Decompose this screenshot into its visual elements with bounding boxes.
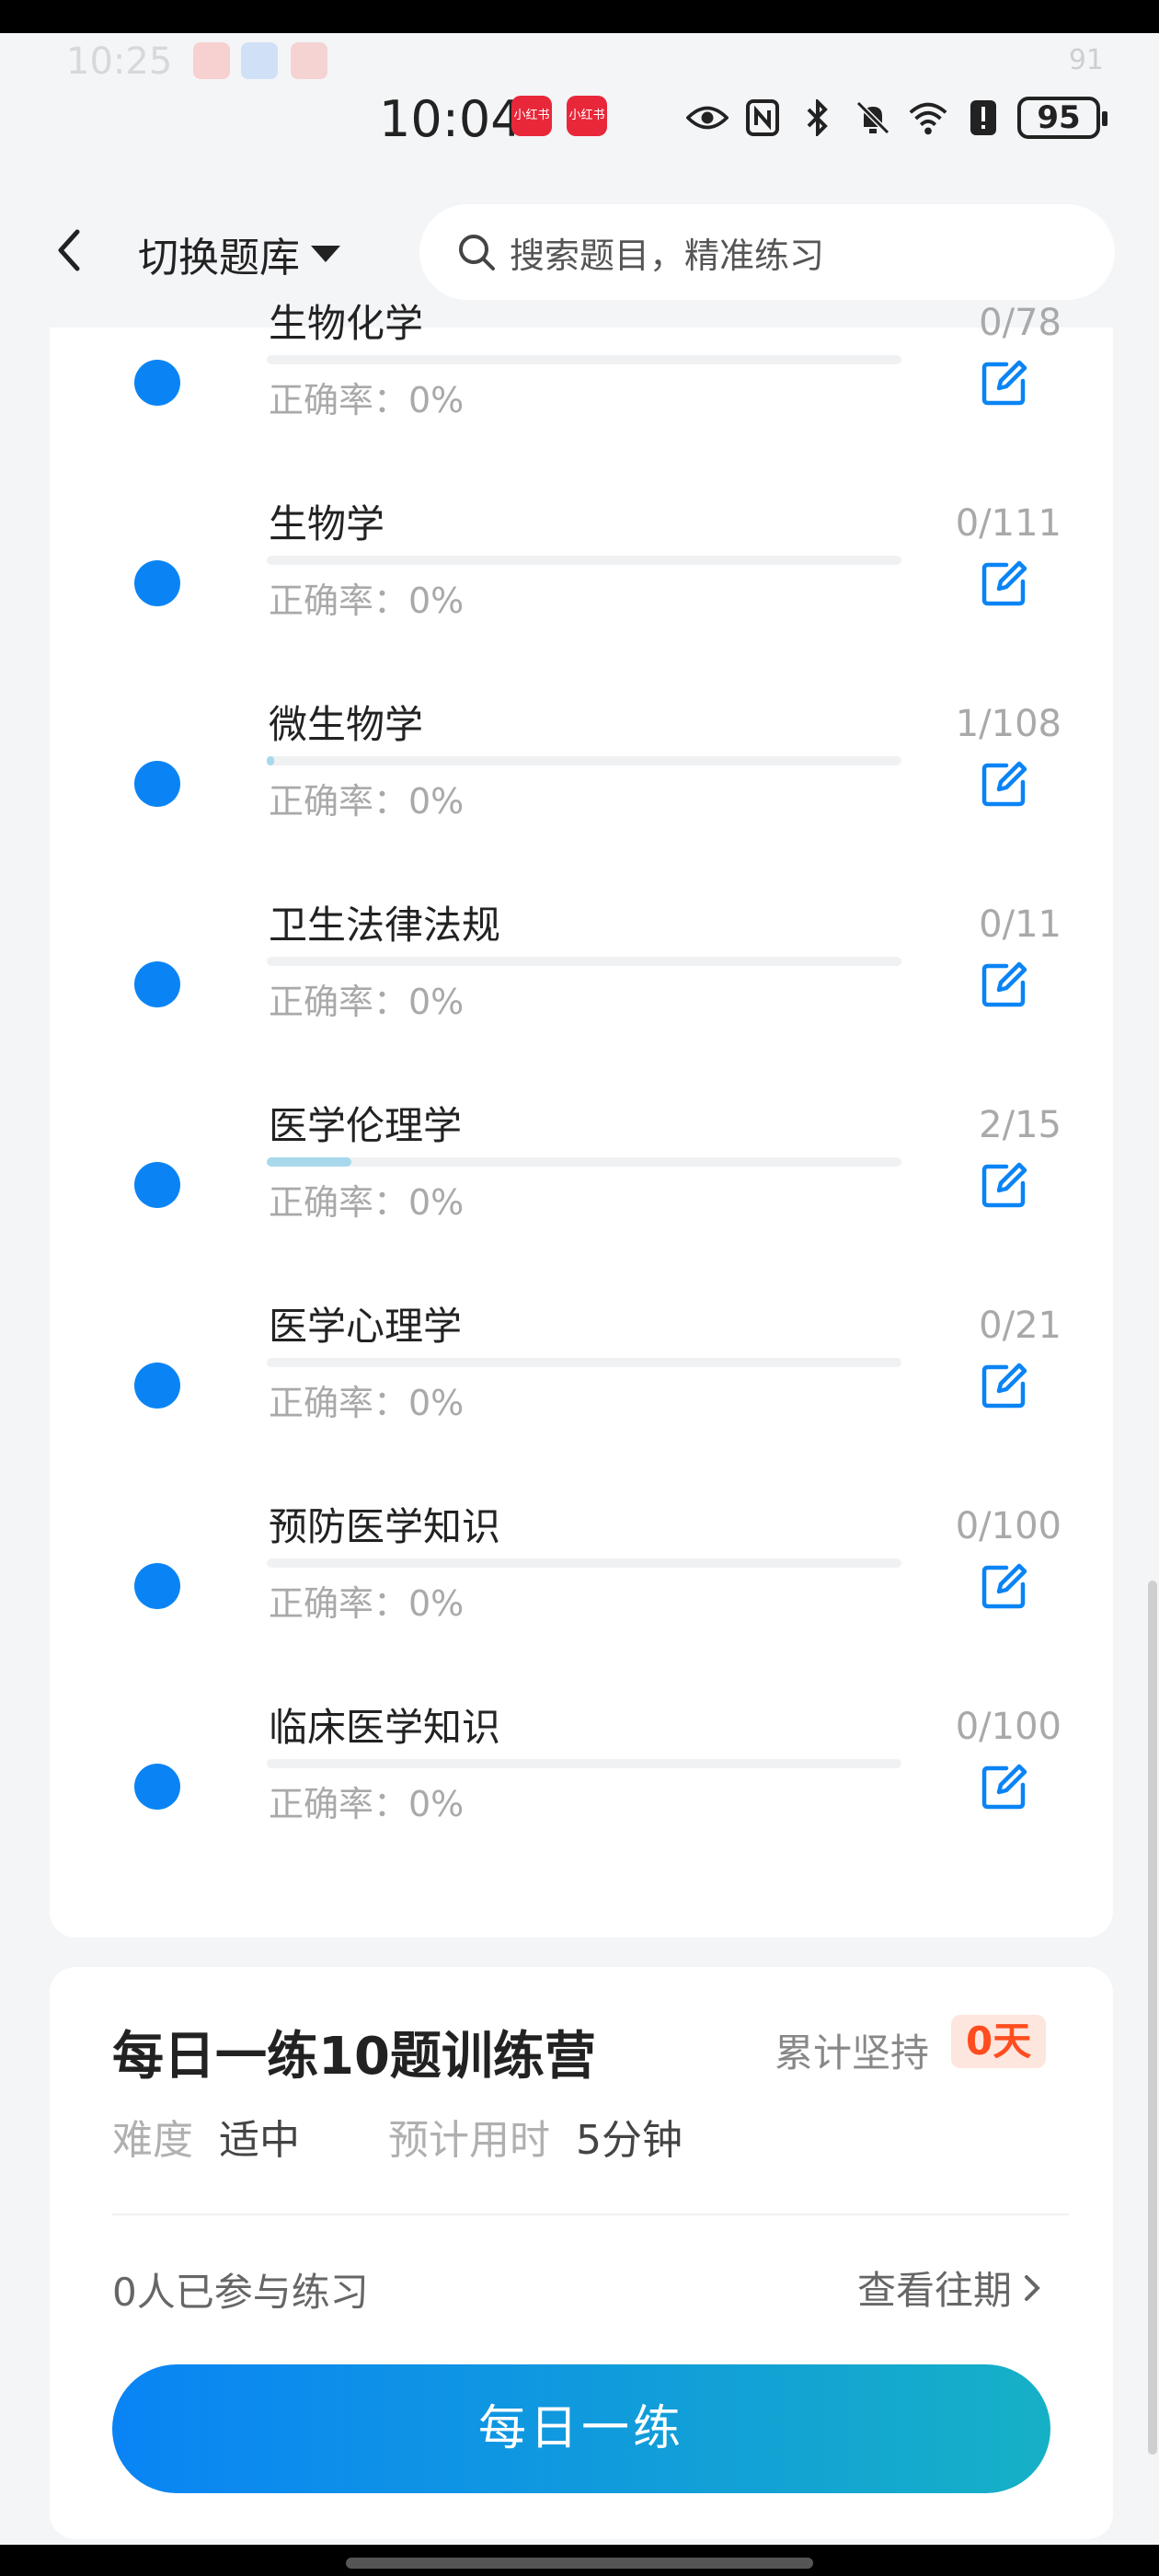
subject-title: 医学伦理学 — [269, 1103, 463, 1148]
status-dot — [134, 961, 180, 1007]
status-dot — [134, 1363, 180, 1409]
subject-row[interactable]: 临床医学知识正确率：0% 0/100 — [50, 1619, 1113, 1824]
progress-track — [267, 556, 901, 565]
accuracy-label: 正确率：0% — [269, 1182, 465, 1223]
progress-fill — [267, 1157, 351, 1167]
persist-badge: 0天 — [951, 2015, 1047, 2068]
accuracy-label: 正确率：0% — [269, 1383, 465, 1423]
edit-practice-icon[interactable] — [979, 1761, 1030, 1812]
subject-title: 临床医学知识 — [269, 1705, 501, 1750]
chevron-right-icon — [1025, 2274, 1040, 2301]
subject-row[interactable]: 微生物学正确率：0% 1/108 — [50, 616, 1113, 822]
edit-practice-icon[interactable] — [979, 1360, 1030, 1411]
daily-practice-card: 每日一练10题训练营 累计坚持 0天 难度 适中 预计用时 5分钟 0人已参与练… — [50, 1967, 1113, 2539]
bluetooth-icon — [797, 97, 839, 139]
xiaohongshu-app-icon: 小红书 — [511, 96, 552, 136]
question-count: 1/108 — [955, 703, 1061, 745]
subject-row[interactable]: 医学伦理学正确率：0% 2/15 — [50, 1018, 1113, 1223]
time-meta: 预计用时 5分钟 — [388, 2107, 683, 2166]
wifi-icon — [907, 97, 949, 139]
edit-practice-icon[interactable] — [979, 758, 1030, 810]
status-dot — [134, 360, 180, 406]
progress-track — [267, 756, 901, 765]
ghost-app-icon — [291, 42, 327, 79]
edit-practice-icon[interactable] — [979, 357, 1030, 408]
question-count: 0/100 — [955, 1505, 1061, 1547]
participants-count: 0人已参与练习 — [112, 2270, 369, 2315]
home-indicator[interactable] — [346, 2558, 813, 2569]
subject-title: 预防医学知识 — [269, 1504, 501, 1549]
daily-practice-button[interactable]: 每日一练 — [112, 2364, 1050, 2493]
subject-row[interactable]: 卫生法律法规正确率：0% 0/11 — [50, 817, 1113, 1022]
status-dot — [134, 761, 180, 807]
question-count: 0/11 — [979, 903, 1061, 946]
progress-track — [267, 1358, 901, 1367]
persist-label: 累计坚持 — [775, 2030, 930, 2076]
subject-title: 生物学 — [269, 501, 385, 546]
difficulty-label: 难度 — [112, 2117, 193, 2164]
status-bar: 10:04 小红书 小红书 95 — [0, 83, 1159, 171]
subject-list: 生物化学 正确率：0% 0/78 生物学 正确率：0% 0/111 微生物学 正确率：0% 1/… — [50, 301, 1113, 1938]
subject-title: 卫生法律法规 — [269, 903, 501, 948]
progress-track — [267, 1759, 901, 1768]
accuracy-label: 正确率：0% — [269, 982, 465, 1022]
edit-practice-icon[interactable] — [979, 1159, 1030, 1211]
subject-title: 生物化学 — [269, 301, 424, 346]
question-count: 0/111 — [955, 502, 1061, 545]
time-value: 5分钟 — [576, 2117, 683, 2164]
difficulty-meta: 难度 适中 — [112, 2107, 300, 2166]
nfc-icon — [741, 97, 784, 139]
edit-practice-icon[interactable] — [979, 558, 1030, 609]
daily-title: 每日一练10题训练营 — [112, 2027, 596, 2087]
status-dot — [134, 1162, 180, 1208]
accuracy-label: 正确率：0% — [269, 1583, 465, 1624]
difficulty-value: 适中 — [219, 2117, 300, 2164]
status-dot — [134, 560, 180, 606]
question-count: 0/21 — [979, 1305, 1061, 1347]
question-count: 0/78 — [979, 302, 1061, 344]
progress-fill — [267, 756, 274, 765]
status-dot — [134, 1563, 180, 1609]
accuracy-label: 正确率：0% — [269, 781, 465, 822]
subject-row[interactable]: 生物化学正确率：0% 0/78 — [50, 215, 1113, 420]
scrollbar[interactable] — [1148, 1581, 1157, 2455]
alert-icon — [962, 97, 1004, 139]
subject-row[interactable]: 生物学正确率：0% 0/111 — [50, 416, 1113, 621]
subject-title: 医学心理学 — [269, 1304, 463, 1349]
accuracy-label: 正确率：0% — [269, 1784, 465, 1824]
edit-practice-icon[interactable] — [979, 959, 1030, 1010]
accuracy-label: 正确率：0% — [269, 581, 465, 621]
ghost-app-icon — [241, 42, 278, 79]
eye-icon — [686, 97, 729, 139]
progress-track — [267, 1558, 901, 1568]
clock: 10:04 — [379, 90, 522, 148]
status-dot — [134, 1764, 180, 1810]
top-strip — [0, 0, 1159, 33]
time-label: 预计用时 — [388, 2117, 550, 2164]
xiaohongshu-app-icon: 小红书 — [567, 96, 607, 136]
divider — [112, 2214, 1069, 2215]
edit-practice-icon[interactable] — [979, 1560, 1030, 1612]
ghost-clock: 10:25 — [66, 40, 173, 83]
ghost-app-icon — [193, 42, 230, 79]
mute-icon — [852, 97, 894, 139]
view-past-link[interactable]: 查看往期 — [857, 2260, 1043, 2316]
view-past-label: 查看往期 — [857, 2268, 1013, 2313]
question-count: 0/100 — [955, 1706, 1061, 1748]
progress-track — [267, 957, 901, 966]
system-icons: 95 — [686, 92, 1107, 144]
accuracy-label: 正确率：0% — [269, 380, 465, 420]
battery-indicator: 95 — [1017, 97, 1107, 139]
ghost-status-bar — [0, 33, 1159, 83]
subject-row[interactable]: 预防医学知识正确率：0% 0/100 — [50, 1419, 1113, 1624]
ghost-battery: 91 — [1068, 44, 1104, 76]
question-count: 2/15 — [979, 1104, 1061, 1146]
progress-track — [267, 355, 901, 364]
progress-track — [267, 1157, 901, 1167]
subject-title: 微生物学 — [269, 702, 424, 747]
subject-row[interactable]: 医学心理学正确率：0% 0/21 — [50, 1218, 1113, 1423]
